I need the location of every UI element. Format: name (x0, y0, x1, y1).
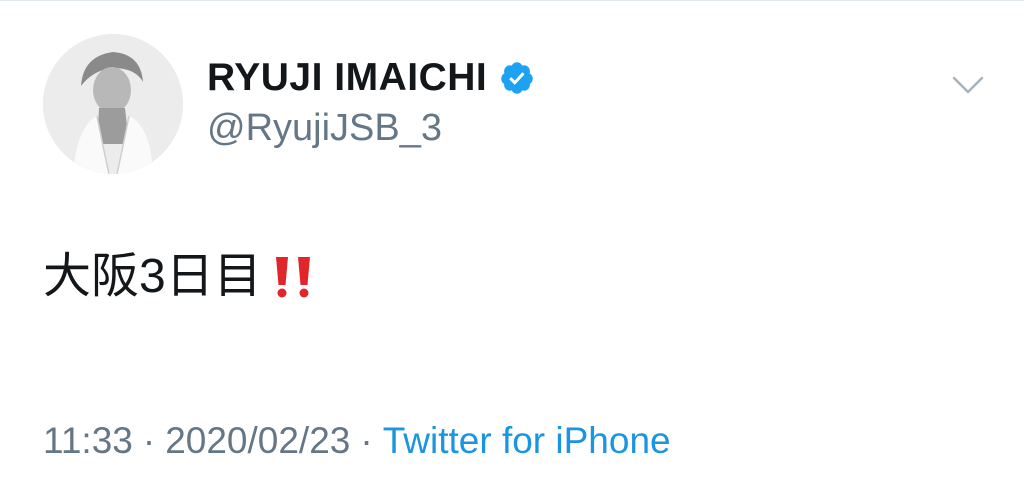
meta-separator: · (142, 420, 156, 461)
tweet-time[interactable]: 11:33 (43, 420, 133, 461)
meta-separator: · (360, 420, 373, 461)
author-handle[interactable]: @RyujiJSB_3 (207, 107, 442, 150)
chevron-down-icon[interactable] (950, 73, 986, 97)
tweet-meta: 11:33 · 2020/02/23 · Twitter for iPhone (43, 420, 671, 462)
avatar-photo (43, 34, 183, 174)
author-name-row[interactable]: RYUJI IMAICHI (207, 56, 535, 100)
verified-badge-icon (501, 62, 533, 94)
tweet-card: RYUJI IMAICHI @RyujiJSB_3 大阪3日目 11:33 · 20… (0, 0, 1024, 477)
double-exclamation-icon (270, 253, 318, 301)
tweet-date[interactable]: 2020/02/23 (165, 420, 350, 461)
author-display-name[interactable]: RYUJI IMAICHI (207, 56, 487, 100)
tweet-source-link[interactable]: Twitter for iPhone (383, 420, 671, 461)
tweet-text-body: 大阪3日目 (43, 250, 262, 303)
tweet-text: 大阪3日目 (43, 249, 318, 305)
avatar[interactable] (43, 34, 183, 174)
